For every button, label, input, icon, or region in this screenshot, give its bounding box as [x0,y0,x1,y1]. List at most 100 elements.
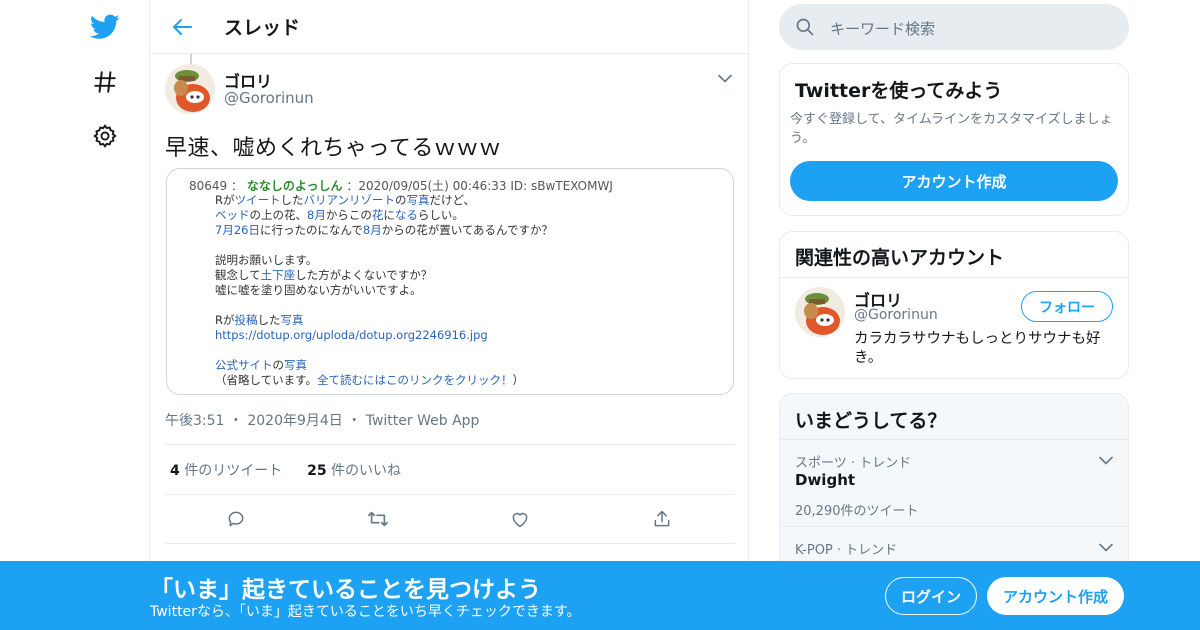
post-link: 投稿 [234,313,258,327]
post-line: （省略しています。全て読むにはこのリンクをクリック！） [215,373,553,388]
post-link: 7月26日 [215,223,260,237]
post-line: Rが投稿した写真 [215,313,553,328]
main-column: スレッド ゴロリ @Gororinun 早速、嘘めくれちゃってるｗｗｗ 8064… [149,0,749,630]
signup-card-title: Twitterを使ってみよう [795,80,1003,102]
login-button[interactable]: ログイン [885,577,977,615]
retweet-label: 件のリツイート [184,463,283,479]
post-text: からこの [325,208,372,222]
avatar[interactable] [795,287,845,337]
post-text: ） [512,373,525,387]
post-link: 8月 [362,223,382,237]
post-line: Rがツイートしたバリアンリゾートの写真だけど、 [215,193,553,208]
page-header: スレッド [150,0,748,54]
post-link: ツイート [234,193,281,207]
post-text: 説明お願いします。 [215,253,318,267]
signup-card-desc: 今すぐ登録して、タイムラインをカスタマイズしましょう。 [790,112,1113,146]
post-line: ベッドの上の花、8月からこの花になるらしい。 [215,208,553,223]
divider [165,494,735,495]
post-url: https://dotup.org/uploda/dotup.org224691… [215,328,488,342]
signup-button[interactable]: アカウント作成 [987,577,1124,615]
post-header: 80649 ： ななしのよっしん ：2020/09/05(土) 00:46:33… [189,177,613,194]
post-line: https://dotup.org/uploda/dotup.org224691… [215,328,553,343]
share-icon[interactable] [651,508,673,530]
create-account-button[interactable]: アカウント作成 [790,161,1118,201]
post-line: 7月26日に行ったのになんで8月からの花が置いてあるんですか？ [215,223,553,238]
trend-item[interactable]: スポーツ · トレンド Dwight 20,290件のツイート [780,439,1128,526]
related-card-title: 関連性の高いアカウント [795,247,1005,269]
chevron-down-icon[interactable] [1096,537,1116,557]
author-handle[interactable]: @Gororinun [224,89,314,107]
post-line: 嘘に嘘を塗り固めない方がいいですよ。 [215,283,553,298]
tweet-author: ゴロリ @Gororinun [165,64,735,114]
gear-icon[interactable] [90,121,120,151]
related-accounts-card: 関連性の高いアカウント ゴロリ @Gororinun フォロー カラカラサウナも… [779,231,1129,379]
post-text: の [272,358,285,372]
heart-icon[interactable] [509,508,531,530]
post-link: 公式サイト [215,358,273,372]
retweet-stat[interactable]: 4 件のリツイート [170,463,282,479]
twitter-thread-page: スレッド ゴロリ @Gororinun 早速、嘘めくれちゃってるｗｗｗ 8064… [0,0,1200,630]
post-link: 花 [371,208,384,222]
retweet-count: 4 [170,463,180,479]
post-link: 全て読むにはこのリンクをクリック！ [317,373,513,387]
post-text: に行ったのになんで [259,223,363,237]
reply-icon[interactable] [225,508,247,530]
trends-card-title: いまどうしてる？ [795,410,947,432]
like-stat[interactable]: 25 件のいいね [307,463,401,479]
post-link: なる [394,208,418,222]
post-link: 写真 [284,358,307,372]
post-text: に [383,208,395,222]
tweet-stats: 4 件のリツイート 25 件のいいね [170,460,401,480]
avatar[interactable] [165,64,215,114]
signup-banner: 「いま」起きていることを見つけよう Twitterなら、「いま」起きていることを… [0,561,1200,630]
left-nav [80,0,130,630]
post-line: 説明お願いします。 [215,253,553,268]
related-account-bio: カラカラサウナもしっとりサウナも好き。 [854,331,1101,366]
like-count: 25 [307,463,327,479]
thread-connector-line [190,54,192,64]
tweet-media-image[interactable]: 80649 ： ななしのよっしん ：2020/09/05(土) 00:46:33… [166,168,734,395]
hashtag-icon[interactable] [90,67,120,97]
post-line: 観念して土下座した方がよくないですか？ [215,268,553,283]
trend-category: スポーツ · トレンド [795,456,912,471]
post-text: らしい。 [417,208,464,222]
post-text: からの花が置いてあるんですか？ [381,223,553,237]
chevron-down-icon[interactable] [715,68,735,88]
twitter-bird-icon[interactable] [90,12,120,42]
post-meta: ：2020/09/05(土) 00:46:33 ID: sBwTEXOMWJ [346,179,613,193]
post-text: Rが [215,193,235,207]
tweet-time[interactable]: 午後3:51 [165,413,224,429]
search-input[interactable]: キーワード検索 [830,18,935,39]
divider [165,543,735,544]
retweet-icon[interactable] [367,508,389,530]
post-text: 観念して [215,268,261,282]
related-account-handle[interactable]: @Gororinun [854,307,938,323]
like-label: 件のいいね [331,463,402,479]
tweet-actions [165,504,735,534]
banner-subtitle: Twitterなら、「いま」起きていることをいち早くチェックできます。 [150,604,581,620]
post-text: の [395,193,407,207]
chevron-down-icon[interactable] [1096,450,1116,470]
post-text: （省略しています。 [215,373,318,387]
search-icon [795,17,815,41]
signup-card: Twitterを使ってみよう 今すぐ登録して、タイムラインをカスタマイズしましょ… [779,63,1129,216]
post-link: 写真 [280,313,304,327]
banner-title: 「いま」起きていることを見つけよう [150,577,541,603]
follow-button[interactable]: フォロー [1021,291,1113,322]
post-text: 嘘に嘘を塗り固めない方がいいですよ。 [215,283,422,297]
back-arrow-icon[interactable] [170,15,194,39]
post-line: 公式サイトの写真 [215,358,553,373]
tweet-client[interactable]: Twitter Web App [366,413,480,429]
post-link: 土下座 [260,268,296,282]
divider [780,277,1128,278]
post-text: した [280,193,304,207]
post-number: 80649 ： [189,179,243,193]
search-box[interactable]: キーワード検索 [779,4,1129,50]
post-text: の上の花、 [249,208,308,222]
post-link: 写真 [406,193,430,207]
post-link: 8月 [307,208,326,222]
post-body: Rがツイートしたバリアンリゾートの写真だけど、 ベッドの上の花、8月からこの花に… [215,193,553,388]
trend-count: 20,290件のツイート [795,504,919,519]
tweet-date[interactable]: 2020年9月4日 [247,413,342,429]
page-title: スレッド [224,17,301,39]
